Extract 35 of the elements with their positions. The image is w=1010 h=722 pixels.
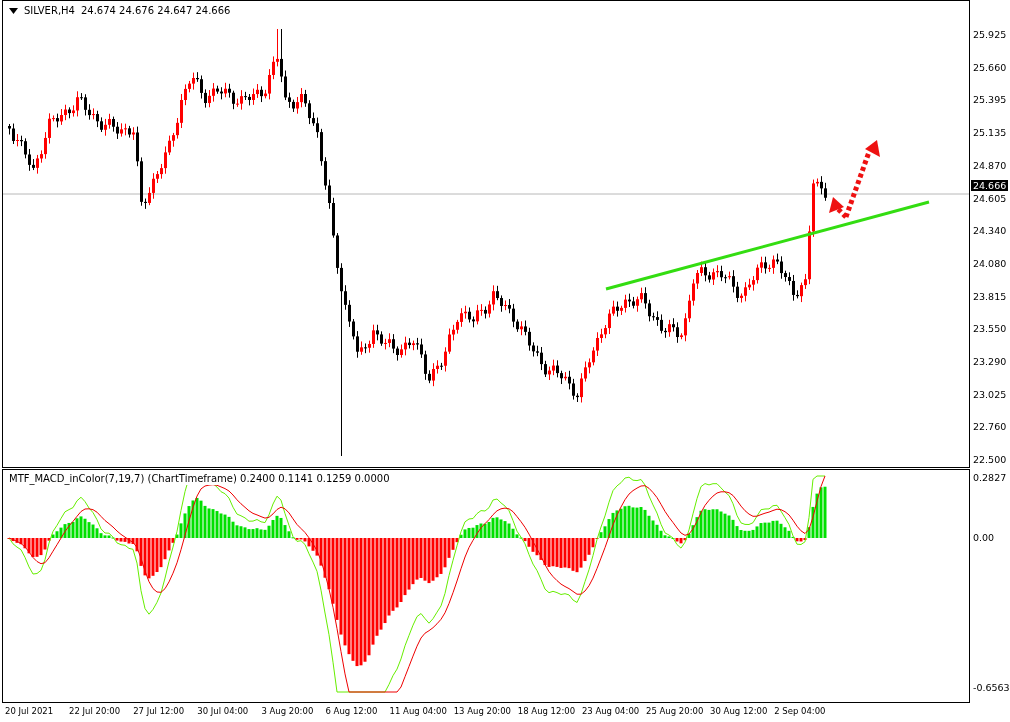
time-tick-label: 13 Aug 20:00 bbox=[453, 706, 511, 716]
indicator-tick-label: -0.6563 bbox=[973, 682, 1010, 693]
price-tick-label: 25.395 bbox=[973, 94, 1007, 106]
time-tick-label: 2 Sep 04:00 bbox=[774, 706, 826, 716]
price-tick-label: 23.025 bbox=[973, 388, 1007, 400]
time-tick-label: 25 Aug 20:00 bbox=[646, 706, 704, 716]
price-quote: 24.674 24.676 24.647 24.666 bbox=[80, 5, 231, 16]
price-tick-label: 23.815 bbox=[973, 290, 1007, 302]
dropdown-triangle-icon[interactable] bbox=[9, 7, 18, 14]
time-tick-label: 30 Aug 12:00 bbox=[710, 706, 768, 716]
indicator-label: MTF_MACD_inColor(7,19,7) (ChartTimeframe) 0.2400 0.1141 0.1259 0.0000 bbox=[9, 472, 390, 485]
price-tick-label: 25.135 bbox=[973, 127, 1007, 139]
time-tick-label: 6 Aug 12:00 bbox=[325, 706, 378, 716]
price-tick-label: 24.870 bbox=[973, 159, 1007, 171]
price-tick-label: 25.925 bbox=[973, 29, 1007, 40]
time-tick-label: 22 Jul 20:00 bbox=[69, 706, 121, 716]
time-tick-label: 30 Jul 04:00 bbox=[197, 706, 249, 716]
price-tick-label: 23.550 bbox=[973, 323, 1007, 335]
time-tick-label: 18 Aug 12:00 bbox=[517, 706, 576, 716]
time-tick-label: 23 Aug 04:00 bbox=[581, 706, 640, 716]
time-tick-label: 3 Aug 20:00 bbox=[261, 706, 314, 716]
time-tick-label: 20 Jul 2021 bbox=[5, 706, 54, 716]
current-price-label: 24.666 bbox=[971, 180, 1009, 191]
time-tick-label: 11 Aug 04:00 bbox=[389, 706, 447, 716]
price-tick-label: 22.760 bbox=[973, 421, 1007, 433]
price-tick-label: 25.660 bbox=[973, 61, 1007, 73]
price-tick-label: 23.290 bbox=[973, 356, 1007, 367]
time-tick-label: 27 Jul 12:00 bbox=[133, 706, 185, 716]
price-tick-label: 22.500 bbox=[973, 454, 1007, 466]
indicator-tick-label: 0.00 bbox=[973, 532, 995, 543]
symbol-label: SILVER,H4 bbox=[24, 5, 75, 16]
price-tick-label: 24.340 bbox=[973, 225, 1007, 237]
price-tick-label: 24.080 bbox=[973, 257, 1007, 269]
price-tick-label: 24.605 bbox=[973, 192, 1007, 204]
indicator-tick-label: 0.2827 bbox=[973, 472, 1007, 483]
